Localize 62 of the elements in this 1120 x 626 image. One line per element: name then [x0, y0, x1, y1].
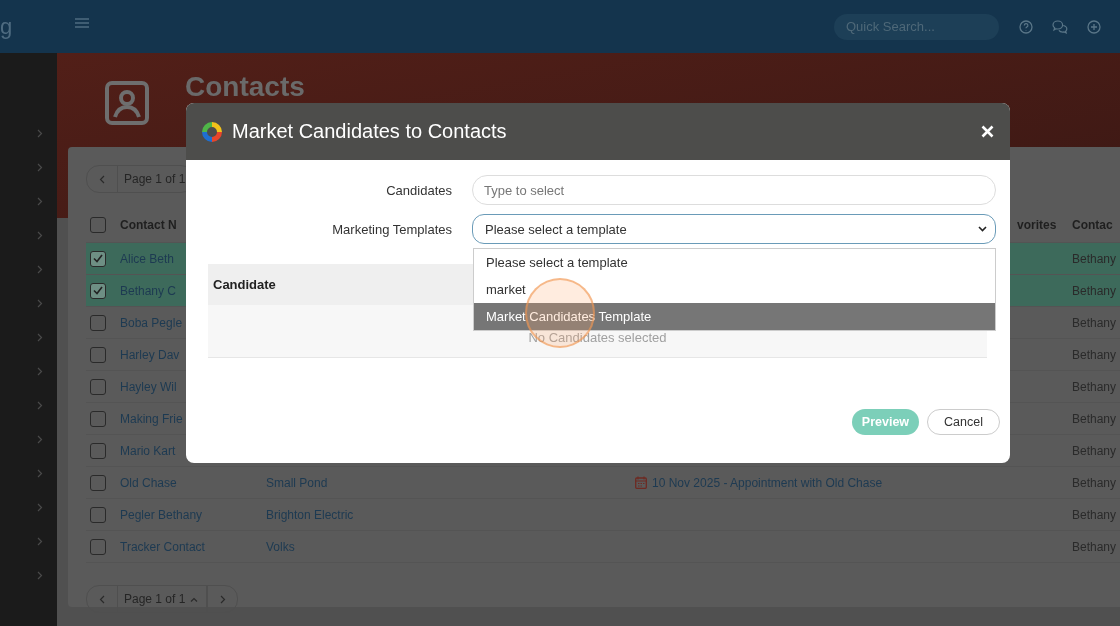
cancel-button[interactable]: Cancel [927, 409, 1000, 435]
contact-name[interactable]: Tracker Contact [120, 539, 266, 554]
checkbox[interactable] [90, 538, 106, 555]
contact-icon [105, 81, 149, 125]
dropdown-option[interactable]: Please select a template [474, 249, 995, 276]
table-cell-text: Bethany [1072, 283, 1118, 298]
template-dropdown[interactable]: Please select a template [472, 214, 996, 244]
brand-text: g [0, 13, 13, 40]
chevron-icon[interactable] [37, 163, 43, 172]
candidates-field[interactable]: Type to select [472, 175, 996, 205]
contact-name[interactable]: Old Chase [120, 475, 266, 490]
field-label: Candidates [385, 182, 452, 198]
chevron-icon[interactable] [37, 537, 43, 546]
company-name[interactable]: Small Pond [266, 475, 328, 490]
chevron-left-icon [99, 594, 105, 604]
chevron-icon[interactable] [37, 129, 43, 138]
checkbox[interactable] [90, 282, 106, 299]
column-header[interactable]: Contac [1072, 217, 1120, 232]
menu-icon[interactable] [75, 17, 89, 28]
checkbox[interactable] [90, 216, 106, 233]
checkbox[interactable] [90, 314, 106, 331]
company-name[interactable]: Volks [266, 539, 295, 554]
help-icon[interactable] [1019, 19, 1033, 34]
page-title: Contacts [185, 71, 305, 103]
chevron-icon[interactable] [37, 503, 43, 512]
column-header[interactable]: vorites [1017, 217, 1072, 232]
company-name[interactable]: Brighton Electric [266, 507, 354, 522]
field-label: Marketing Templates [331, 221, 452, 237]
chevron-icon[interactable] [37, 333, 43, 342]
chevron-icon[interactable] [37, 231, 43, 240]
chevron-icon[interactable] [37, 299, 43, 308]
checkbox[interactable] [90, 346, 106, 363]
dropdown-option[interactable]: market [474, 276, 995, 303]
chevron-icon[interactable] [37, 367, 43, 376]
chevron-icon[interactable] [37, 435, 43, 444]
chevron-icon[interactable] [37, 571, 43, 580]
chevron-down-icon [978, 226, 987, 232]
chevron-icon[interactable] [37, 265, 43, 274]
preview-button[interactable]: Preview [851, 409, 920, 435]
close-icon[interactable] [981, 125, 994, 138]
add-icon[interactable] [1087, 19, 1101, 34]
checkbox[interactable] [90, 506, 106, 523]
column-header: Candidate [213, 277, 276, 292]
checkbox[interactable] [90, 250, 106, 267]
checkbox[interactable] [90, 410, 106, 427]
dropdown-option[interactable]: Market Candidates Template [474, 303, 995, 330]
table-cell-text: Bethany [1072, 251, 1118, 266]
contact-name[interactable]: Pegler Bethany [120, 507, 266, 522]
checkbox[interactable] [90, 474, 106, 491]
caret-icon [190, 596, 199, 602]
checkbox[interactable] [90, 442, 106, 459]
checkbox[interactable] [90, 378, 106, 395]
appointment-link[interactable]: 10 Nov 2025 - Appointment with Old Chase [652, 475, 883, 490]
chevron-icon[interactable] [37, 469, 43, 478]
chevron-right-icon [219, 594, 226, 604]
chevron-icon[interactable] [37, 197, 43, 206]
calendar-icon [635, 476, 647, 489]
chevron-icon[interactable] [37, 401, 43, 410]
chevron-left-icon [99, 174, 105, 184]
dialog-title: Market Candidates to Contacts [232, 120, 508, 143]
app-logo-icon [200, 119, 224, 144]
chat-icon[interactable] [1052, 19, 1068, 34]
